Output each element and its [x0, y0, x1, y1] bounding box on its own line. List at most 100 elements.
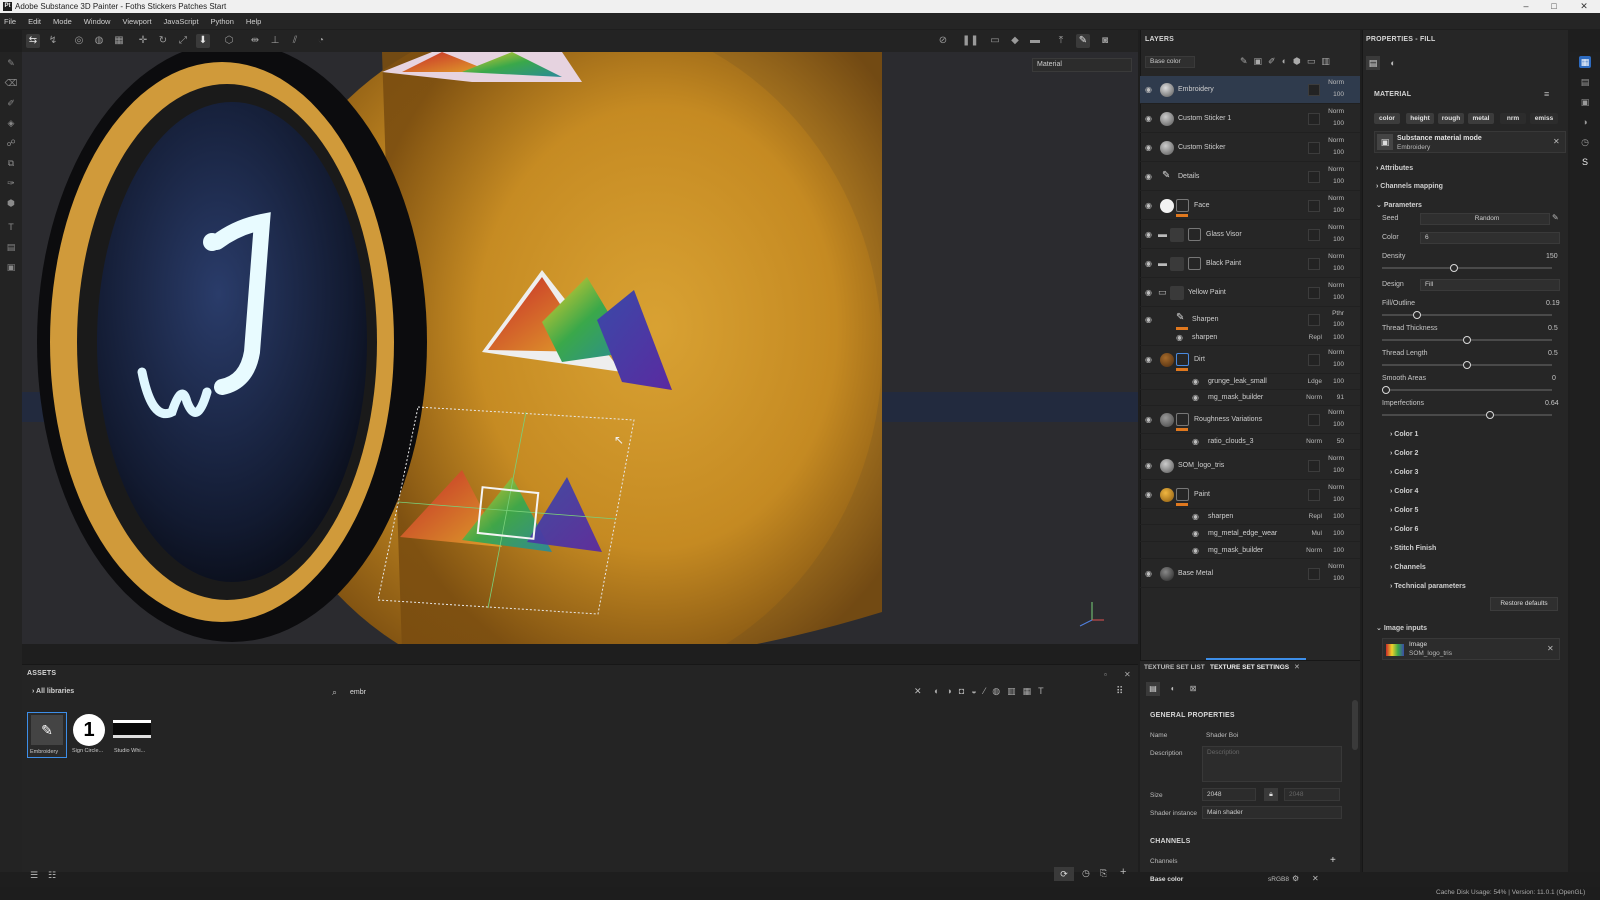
layer-black-paint[interactable]: ◉ ▬ Black Paint Norm 100: [1140, 250, 1360, 278]
channel-pill-height[interactable]: height: [1406, 113, 1434, 124]
projection-alt-icon[interactable]: ◍: [92, 34, 106, 48]
layer-mask-slot[interactable]: [1308, 314, 1320, 326]
shader-tab-icon[interactable]: ◐: [1166, 682, 1180, 696]
layer-mask-slot[interactable]: [1308, 171, 1320, 183]
material-dropdown[interactable]: Material: [1032, 58, 1132, 72]
group-color-2[interactable]: › Color 2: [1390, 450, 1418, 457]
shader-settings-icon[interactable]: ◑: [1579, 116, 1591, 128]
mirror-icon[interactable]: ⇹: [248, 34, 262, 48]
channel-dropdown[interactable]: Base color: [1145, 56, 1195, 68]
pencil-icon[interactable]: ✎: [1552, 213, 1559, 222]
seed-button[interactable]: Random: [1420, 213, 1550, 225]
visibility-eye-icon[interactable]: ◉: [1192, 530, 1202, 538]
polygon-fill-icon[interactable]: ◈: [4, 116, 18, 130]
layer-dirt[interactable]: ◉ Dirt Norm 100: [1140, 346, 1360, 374]
layer-mask-slot[interactable]: [1308, 354, 1320, 366]
remove-channel-icon[interactable]: ✕: [1312, 874, 1319, 883]
effect-grunge-leak[interactable]: ◉ grunge_leak_small Ldge 100: [1140, 374, 1360, 390]
tab-texture-set-list[interactable]: TEXTURE SET LIST: [1144, 664, 1205, 671]
smudge-icon[interactable]: ☍: [4, 136, 18, 150]
layer-blend[interactable]: Pthr: [1332, 310, 1344, 317]
group-channels[interactable]: › Channels: [1390, 564, 1426, 571]
color-dropdown[interactable]: 6: [1420, 232, 1560, 244]
layer-blend[interactable]: Norm: [1328, 108, 1344, 115]
effect-mask-builder[interactable]: ◉ mg_mask_builder Norm 91: [1140, 390, 1360, 406]
picker-icon[interactable]: ✑: [4, 176, 18, 190]
layer-opacity[interactable]: 100: [1333, 294, 1344, 301]
geometry-icon[interactable]: ⬢: [4, 196, 18, 210]
layer-embroidery[interactable]: ◉ Embroidery Norm 100: [1140, 76, 1360, 104]
effect-opacity[interactable]: 91: [1337, 394, 1344, 401]
channel-pill-metal[interactable]: metal: [1468, 113, 1494, 124]
reset-icon[interactable]: ◔: [314, 34, 328, 48]
layer-opacity[interactable]: 100: [1333, 91, 1344, 98]
layer-base-metal[interactable]: ◉ Base Metal Norm 100: [1140, 560, 1360, 588]
asset-item-embroidery[interactable]: ✎ Embroidery: [27, 712, 67, 758]
layer-sharpen[interactable]: ◉ ✎ Sharpen Pthr 100: [1140, 308, 1360, 330]
settings-tab-icon[interactable]: ▤: [1146, 682, 1160, 696]
transform-icon[interactable]: ⬇: [196, 34, 210, 48]
paint-brush-icon[interactable]: ✎: [4, 56, 18, 70]
channel-pill-nrm[interactable]: nrm: [1500, 113, 1526, 124]
layer-mask-slot[interactable]: [1308, 113, 1320, 125]
layer-som-logo-tris[interactable]: ◉ SOM_logo_tris Norm 100: [1140, 452, 1360, 480]
layer-paint[interactable]: ◉ Paint Norm 100: [1140, 481, 1360, 509]
float-panel-icon[interactable]: ▫: [1104, 670, 1107, 679]
pivot-icon[interactable]: ⬡: [222, 34, 236, 48]
mask-icon[interactable]: [1176, 199, 1189, 212]
sync-icon[interactable]: ⟳: [1054, 867, 1074, 881]
group-stitch-finish[interactable]: › Stitch Finish: [1390, 545, 1436, 552]
effect-opacity[interactable]: 100: [1333, 378, 1344, 385]
scale-icon[interactable]: ⤢: [176, 34, 190, 48]
effect-ratio-clouds[interactable]: ◉ ratio_clouds_3 Norm 50: [1140, 434, 1360, 450]
effect-opacity[interactable]: 50: [1337, 438, 1344, 445]
rotate-icon[interactable]: ↻: [156, 34, 170, 48]
projection-icon[interactable]: ◎: [72, 34, 86, 48]
visibility-eye-icon[interactable]: ◉: [1145, 231, 1155, 239]
section-image-inputs[interactable]: ⌄ Image inputs: [1376, 624, 1427, 632]
channel-settings-icon[interactable]: ⚙: [1292, 874, 1299, 883]
tab-texture-set-settings[interactable]: TEXTURE SET SETTINGS: [1210, 664, 1289, 671]
uv-tab-icon[interactable]: ⊠: [1186, 682, 1200, 696]
density-slider[interactable]: [1382, 264, 1552, 272]
layer-opacity[interactable]: 100: [1333, 467, 1344, 474]
group-color-6[interactable]: › Color 6: [1390, 526, 1418, 533]
slider-knob[interactable]: [1450, 264, 1459, 272]
effect-metal-edge-wear[interactable]: ◉ mg_metal_edge_wear Mul 100: [1140, 526, 1360, 542]
visibility-eye-icon[interactable]: ◉: [1145, 173, 1155, 181]
fill-outline-value[interactable]: 0.19: [1546, 300, 1560, 307]
mask-icon[interactable]: [1176, 488, 1189, 501]
visibility-eye-icon[interactable]: ◉: [1192, 394, 1202, 402]
symmetry-icon[interactable]: ⇆: [26, 34, 40, 48]
layer-blend[interactable]: Norm: [1328, 137, 1344, 144]
layer-opacity[interactable]: 100: [1333, 361, 1344, 368]
layer-mask-slot[interactable]: [1308, 460, 1320, 472]
smooth-areas-value[interactable]: 0: [1552, 375, 1556, 382]
base-color-format[interactable]: sRGB8: [1268, 876, 1289, 883]
bake-icon[interactable]: ⤒: [1054, 34, 1068, 48]
layer-opacity[interactable]: 100: [1333, 207, 1344, 214]
hide-icon[interactable]: ⊘: [936, 34, 950, 48]
visibility-eye-icon[interactable]: ◉: [1145, 570, 1155, 578]
visibility-eye-icon[interactable]: ◉: [1145, 491, 1155, 499]
material-mode-card[interactable]: ▣ Substance material mode Embroidery ✕: [1374, 131, 1566, 153]
paint-icon[interactable]: ✎: [1076, 34, 1090, 48]
channel-pill-color[interactable]: color: [1374, 113, 1400, 124]
layer-blend[interactable]: Norm: [1328, 455, 1344, 462]
effect-opacity[interactable]: 100: [1333, 334, 1344, 341]
asset-filter-icons[interactable]: ◐◑◘◒⁄◍▥▦T: [934, 686, 1051, 697]
fill-outline-slider[interactable]: [1382, 311, 1552, 319]
visibility-eye-icon[interactable]: ◉: [1145, 462, 1155, 470]
menu-javascript[interactable]: JavaScript: [164, 17, 199, 26]
menu-edit[interactable]: Edit: [28, 17, 41, 26]
clock-icon[interactable]: ◷: [1082, 868, 1090, 879]
minimize-button[interactable]: –: [1512, 0, 1540, 13]
layer-opacity[interactable]: 100: [1333, 236, 1344, 243]
visibility-eye-icon[interactable]: ◉: [1145, 316, 1155, 324]
screenshot-icon[interactable]: ◙: [1098, 34, 1112, 48]
layer-blend[interactable]: Norm: [1328, 79, 1344, 86]
thread-length-slider[interactable]: [1382, 361, 1552, 369]
mask-tab-icon[interactable]: ◐: [1386, 56, 1400, 70]
visibility-eye-icon[interactable]: ◉: [1145, 356, 1155, 364]
section-parameters[interactable]: ⌄ Parameters: [1376, 201, 1422, 209]
